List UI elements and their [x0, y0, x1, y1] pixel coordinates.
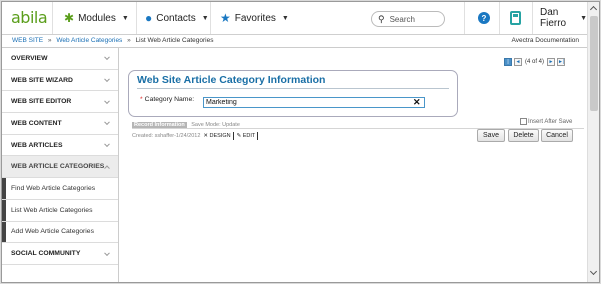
nav-divider	[499, 2, 500, 34]
star-icon: ★	[220, 11, 231, 25]
sidebar-item-label: List Web Article Categories	[11, 206, 93, 214]
delete-button[interactable]: Delete	[508, 129, 539, 142]
chevron-up-icon	[104, 165, 110, 171]
sidebar-item-web-articles[interactable]: WEB ARTICLES	[2, 135, 118, 157]
insert-after-save-label: Insert After Save	[528, 118, 573, 125]
edit-link-label: EDIT	[242, 133, 256, 139]
scroll-up-icon[interactable]	[589, 5, 598, 14]
created-text: Created: sshaffer-1/24/2012	[132, 133, 201, 139]
clear-icon[interactable]: ✕	[413, 97, 421, 108]
category-info-panel: Web Site Article Category Information * C…	[128, 70, 458, 117]
sidebar-item-overview[interactable]: OVERVIEW	[2, 48, 118, 70]
sidebar-subitem-find[interactable]: Find Web Article Categories	[2, 178, 118, 200]
puzzle-icon: ✱	[64, 11, 75, 25]
nav-divider	[532, 2, 533, 34]
top-nav: abila ✱ Modules ▼ ● Contacts ▼ ★ Favorit…	[2, 2, 587, 35]
avectra-documentation-link[interactable]: Avectra Documentation	[512, 35, 579, 47]
sidebar-item-web-article-categories[interactable]: WEB ARTICLE CATEGORIES	[2, 156, 118, 179]
chevron-down-icon	[104, 76, 110, 83]
chevron-down-icon: ▼	[580, 14, 587, 22]
sidebar-subitem-add[interactable]: Add Web Article Categories	[2, 221, 118, 244]
sidebar-item-social-community[interactable]: SOCIAL COMMUNITY	[2, 243, 118, 265]
user-name: Dan Fierro	[540, 7, 567, 29]
breadcrumb: WEB SITE » Web Article Categories » List…	[12, 35, 213, 47]
vertical-scrollbar[interactable]	[587, 2, 599, 282]
search-box[interactable]: ⚲ Search	[371, 11, 445, 27]
help-icon[interactable]: ?	[478, 12, 490, 24]
breadcrumb-separator: »	[127, 37, 131, 44]
cancel-button[interactable]: Cancel	[541, 129, 573, 142]
nav-divider	[52, 2, 53, 34]
sidebar-item-label: WEB ARTICLES	[11, 141, 63, 149]
insert-after-save-checkbox[interactable]	[520, 118, 527, 125]
search-icon: ⚲	[378, 13, 385, 24]
chevron-down-icon	[104, 54, 110, 61]
calculator-icon[interactable]	[510, 11, 521, 25]
insert-after-save[interactable]: Insert After Save	[520, 118, 572, 125]
save-button[interactable]: Save	[477, 129, 505, 142]
breadcrumb-current: List Web Article Categories	[135, 37, 214, 44]
divider	[137, 88, 449, 89]
sidebar-item-label: WEB CONTENT	[11, 119, 62, 127]
category-name-label: * Category Name:	[140, 96, 194, 103]
sidebar-item-label: WEB SITE EDITOR	[11, 98, 72, 106]
breadcrumb-web-article-categories[interactable]: Web Article Categories	[56, 37, 122, 44]
sidebar-item-web-site-wizard[interactable]: WEB SITE WIZARD	[2, 70, 118, 92]
divider	[232, 132, 234, 140]
search-placeholder: Search	[389, 14, 415, 24]
design-link-label: DESIGN	[209, 133, 231, 139]
contacts-menu[interactable]: ● Contacts ▼	[145, 2, 209, 34]
chevron-down-icon	[104, 141, 110, 148]
app-window: abila ✱ Modules ▼ ● Contacts ▼ ★ Favorit…	[1, 1, 600, 283]
chevron-down-icon	[104, 249, 110, 256]
main-content: |◄ ◄ (4 of 4) ► ►| Web Site Article Cate…	[120, 49, 587, 282]
contacts-label: Contacts	[156, 12, 196, 24]
sidebar-item-label: OVERVIEW	[11, 54, 48, 62]
chevron-down-icon	[104, 119, 110, 126]
scrollbar-thumb[interactable]	[590, 16, 598, 111]
chevron-down-icon: ▼	[201, 14, 209, 22]
nav-divider	[464, 2, 465, 34]
sidebar-item-label: WEB SITE WIZARD	[11, 76, 73, 84]
modules-label: Modules	[78, 12, 116, 24]
category-name-input[interactable]	[203, 97, 425, 108]
person-icon: ●	[145, 11, 153, 25]
scroll-down-icon[interactable]	[589, 267, 598, 276]
sidebar-item-web-site-editor[interactable]: WEB SITE EDITOR	[2, 91, 118, 114]
favorites-label: Favorites	[234, 12, 276, 24]
design-link[interactable]: ✕ DESIGN	[203, 133, 230, 139]
nav-divider	[210, 2, 211, 34]
modules-menu[interactable]: ✱ Modules ▼	[64, 2, 129, 34]
breadcrumb-separator: »	[47, 37, 52, 44]
last-record-button[interactable]: ►|	[557, 58, 566, 66]
sidebar-item-label: SOCIAL COMMUNITY	[11, 250, 81, 258]
sidebar-item-label: Find Web Article Categories	[11, 184, 96, 192]
sidebar-item-label: Add Web Article Categories	[11, 228, 94, 236]
favorites-menu[interactable]: ★ Favorites ▼	[220, 2, 289, 34]
divider	[257, 132, 259, 140]
field-label-text: Category Name:	[144, 96, 195, 103]
sidebar-item-label: WEB ARTICLE CATEGORIES	[11, 163, 105, 171]
sidebar: OVERVIEW WEB SITE WIZARD WEB SITE EDITOR…	[2, 48, 119, 282]
chevron-down-icon: ▼	[121, 14, 129, 22]
breadcrumb-bar: WEB SITE » Web Article Categories » List…	[2, 35, 587, 48]
user-menu[interactable]: Dan Fierro ▼	[540, 2, 587, 34]
nav-divider	[136, 2, 137, 34]
first-record-button[interactable]: |◄	[504, 58, 512, 71]
required-marker: *	[140, 96, 143, 103]
sidebar-subitem-list[interactable]: List Web Article Categories	[2, 199, 118, 222]
next-record-button[interactable]: ►	[547, 58, 556, 66]
record-pager: |◄ ◄ (4 of 4) ► ►|	[504, 58, 567, 71]
created-info: Created: sshaffer-1/24/2012 ✕ DESIGN ✎ E…	[132, 132, 259, 140]
breadcrumb-web-site[interactable]: WEB SITE	[12, 37, 43, 44]
chevron-down-icon: ▼	[281, 14, 289, 22]
panel-title: Web Site Article Category Information	[137, 74, 326, 86]
previous-record-button[interactable]: ◄	[514, 58, 522, 66]
sidebar-item-web-content[interactable]: WEB CONTENT	[2, 113, 118, 135]
edit-link[interactable]: ✎ EDIT	[237, 133, 256, 139]
chevron-down-icon	[104, 98, 110, 104]
abila-logo[interactable]: abila	[11, 8, 48, 27]
record-count: (4 of 4)	[525, 59, 545, 65]
